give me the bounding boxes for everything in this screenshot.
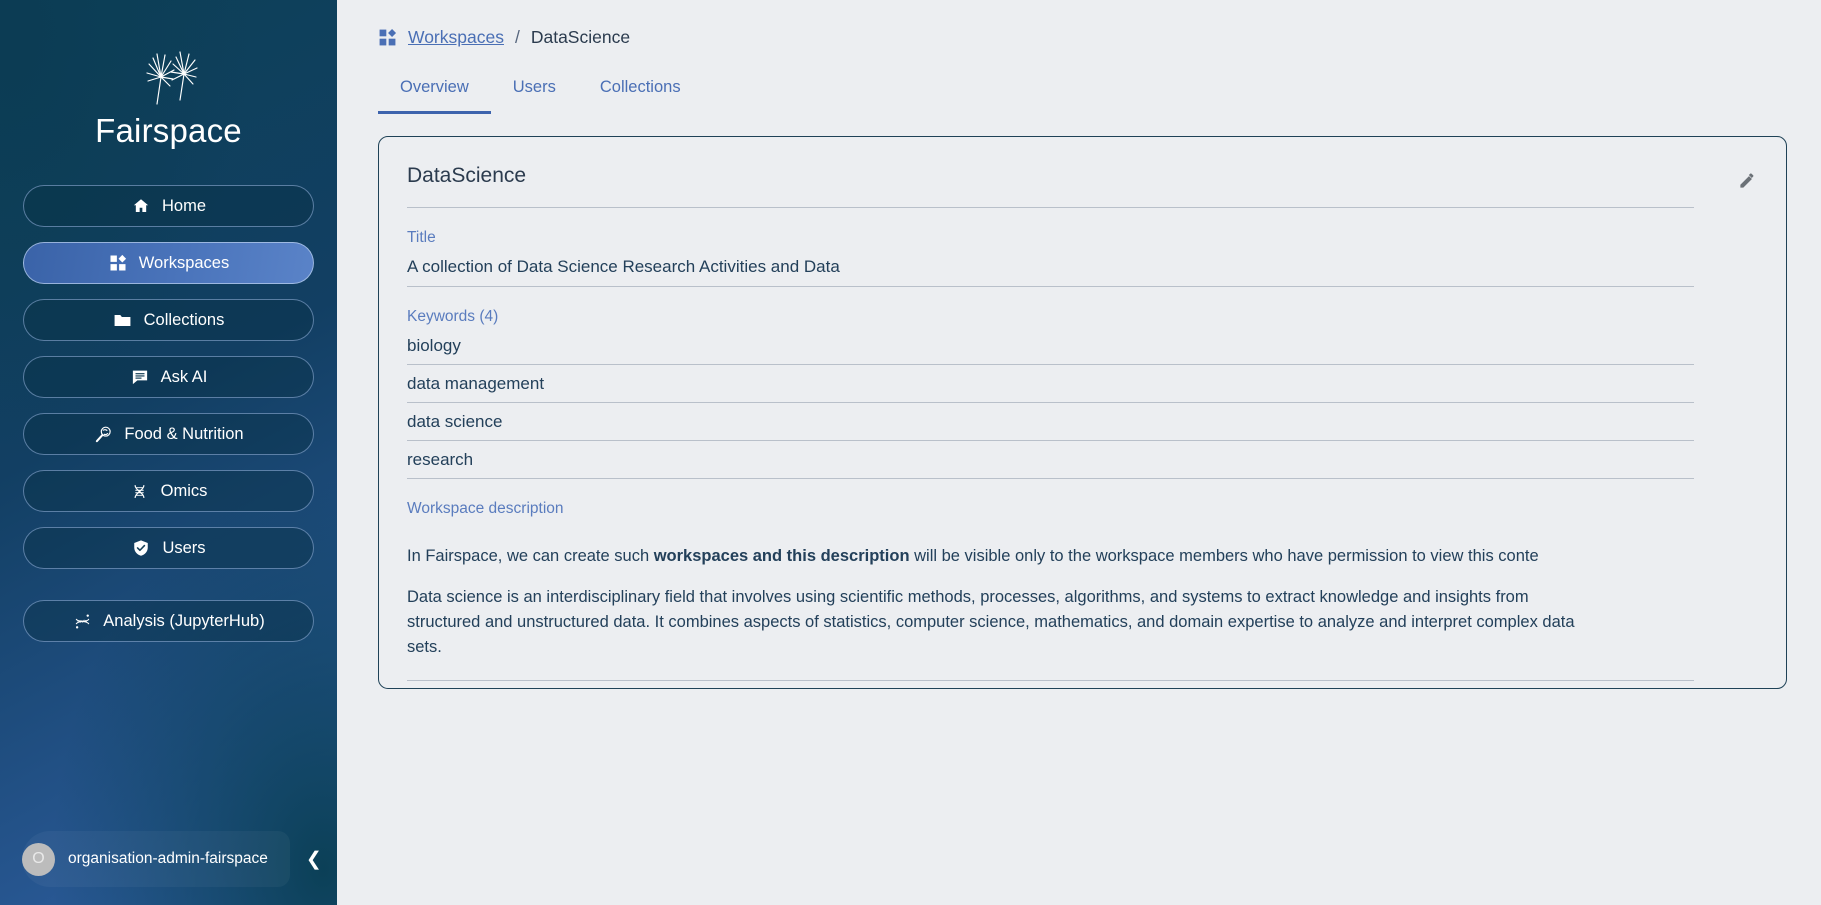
sidebar-item-ask-ai[interactable]: Ask AI — [23, 356, 314, 398]
jupyter-icon: jupyter — [72, 611, 92, 631]
tab-collections[interactable]: Collections — [578, 78, 703, 114]
analysis-section: jupyter Analysis (JupyterHub) — [0, 600, 337, 642]
sidebar-item-users[interactable]: Users — [23, 527, 314, 569]
sidebar-nav: Home Workspaces Collections Ask AI Food … — [0, 185, 337, 569]
description-body: In Fairspace, we can create such workspa… — [407, 544, 1694, 681]
breadcrumb-current: DataScience — [530, 26, 631, 47]
description-p1-post: will be visible only to the workspace me… — [909, 547, 1539, 565]
description-paragraph-2: Data science is an interdisciplinary fie… — [407, 588, 1575, 656]
description-paragraph-1: In Fairspace, we can create such workspa… — [407, 544, 1694, 569]
sidebar-user-strip: O organisation-admin-fairspace ❮ — [0, 831, 337, 887]
sidebar-item-food-nutrition[interactable]: Food & Nutrition — [23, 413, 314, 455]
description-p1-bold: workspaces and this description — [653, 547, 910, 565]
user-profile-button[interactable]: O organisation-admin-fairspace — [22, 831, 290, 887]
sidebar-item-label: Ask AI — [160, 367, 208, 386]
brand-name: Fairspace — [95, 112, 242, 149]
list-item: research — [407, 450, 1694, 479]
breadcrumb-link-workspaces[interactable]: Workspaces — [408, 27, 504, 48]
sidebar-item-collections[interactable]: Collections — [23, 299, 314, 341]
avatar: O — [22, 842, 55, 876]
dandelion-seeds-icon — [145, 51, 198, 105]
edit-button[interactable] — [1732, 165, 1762, 195]
tab-users[interactable]: Users — [491, 78, 578, 114]
workspace-overview-card: DataScience Title A collection of Data S… — [378, 136, 1787, 689]
keywords-field-label: Keywords (4) — [407, 308, 499, 325]
home-icon — [131, 196, 151, 216]
tab-overview[interactable]: Overview — [378, 78, 491, 114]
chat-bubble-icon — [130, 367, 150, 387]
sidebar-item-label: Food & Nutrition — [124, 424, 244, 443]
main-content: Workspaces / DataScience Overview Users … — [337, 0, 1821, 905]
list-item: biology — [407, 336, 1694, 365]
brand-logo: Fairspace — [0, 0, 337, 150]
dna-helix-icon — [130, 481, 150, 501]
workspaces-grid-icon — [108, 253, 128, 273]
folder-icon — [113, 310, 133, 330]
magnifier-food-icon — [93, 424, 113, 444]
sidebar-item-omics[interactable]: Omics — [23, 470, 314, 512]
keywords-list: biology data management data science res… — [407, 336, 1753, 479]
sidebar: Fairspace Home Workspaces Collections As… — [0, 0, 337, 905]
list-item: data science — [407, 412, 1694, 441]
list-item: data management — [407, 374, 1694, 403]
title-field-label: Title — [407, 229, 436, 246]
card-title: DataScience — [407, 164, 1694, 208]
sidebar-item-label: Home — [161, 196, 206, 215]
workspaces-grid-icon — [378, 28, 397, 47]
tab-bar: Overview Users Collections — [371, 68, 1787, 114]
breadcrumb-separator: / — [514, 26, 520, 47]
shield-check-icon — [131, 538, 151, 558]
sidebar-item-workspaces[interactable]: Workspaces — [23, 242, 314, 284]
sidebar-item-home[interactable]: Home — [23, 185, 314, 227]
svg-text:jupyter: jupyter — [76, 618, 88, 622]
sidebar-item-label: Analysis (JupyterHub) — [103, 611, 265, 630]
sidebar-item-label: Users — [162, 538, 206, 557]
description-p1-pre: In Fairspace, we can create such — [407, 547, 654, 565]
sidebar-item-label: Collections — [143, 310, 225, 329]
description-field-label: Workspace description — [407, 500, 564, 517]
sidebar-item-analysis-jupyterhub[interactable]: jupyter Analysis (JupyterHub) — [23, 600, 314, 642]
sidebar-item-label: Workspaces — [138, 253, 230, 272]
breadcrumb: Workspaces / DataScience — [371, 20, 1787, 54]
title-field-value: A collection of Data Science Research Ac… — [407, 257, 1694, 287]
pencil-icon — [1738, 171, 1757, 190]
sidebar-item-label: Omics — [160, 481, 208, 500]
chevron-left-icon[interactable]: ❮ — [298, 844, 330, 875]
user-name: organisation-admin-fairspace — [68, 850, 268, 867]
